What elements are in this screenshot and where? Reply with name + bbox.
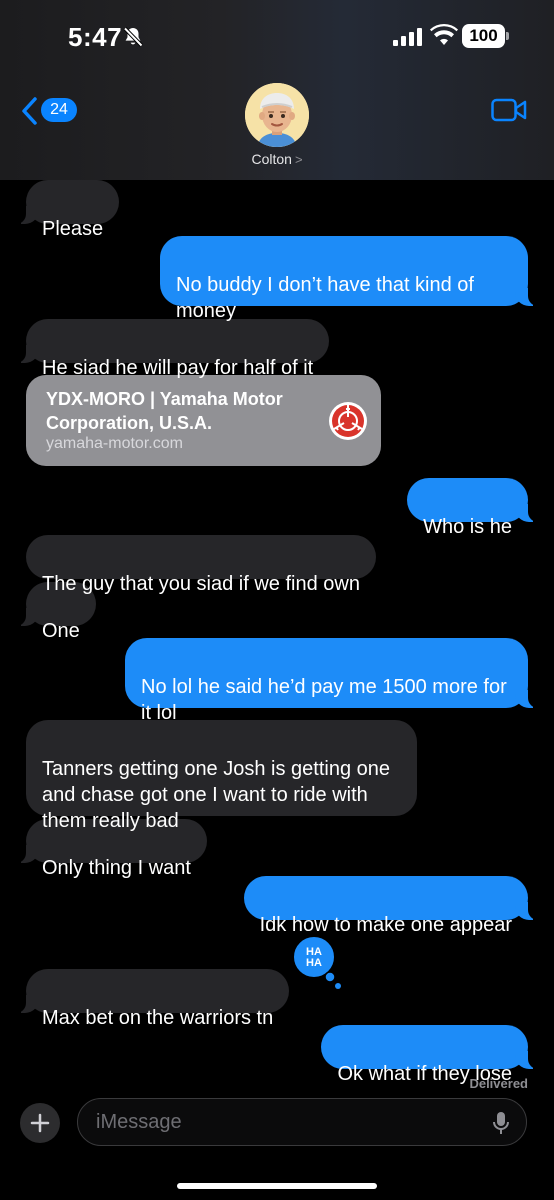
message-text: Who is he <box>423 516 512 538</box>
home-indicator <box>177 1183 377 1189</box>
message-incoming[interactable]: Please <box>15 180 120 240</box>
message-text: Tanners getting one Josh is getting one … <box>42 758 391 832</box>
message-text: He siad he will pay for half of it <box>42 357 314 379</box>
link-preview-title: YDX-MORO | Yamaha Motor Corporation, U.S… <box>46 389 283 433</box>
message-outgoing[interactable]: No buddy I don’t have that kind of money <box>160 236 538 322</box>
message-text: One <box>42 620 80 642</box>
bell-muted-icon <box>123 27 143 47</box>
message-incoming[interactable]: Max bet on the warriors tn <box>15 969 290 1029</box>
back-button[interactable]: 24 <box>20 96 80 126</box>
microphone-icon[interactable] <box>493 1111 509 1135</box>
haha-tapback[interactable]: HA HA <box>292 935 344 991</box>
message-text: Max bet on the warriors tn <box>42 1007 274 1029</box>
wifi-icon <box>430 24 458 45</box>
message-incoming[interactable]: He siad he will pay for half of it <box>15 319 330 379</box>
message-incoming[interactable]: Tanners getting one Josh is getting one … <box>26 720 417 832</box>
status-time: 5:47 <box>68 22 123 52</box>
conversation-header: 5:47 100 24 Colton > <box>0 0 554 180</box>
chevron-right-icon: > <box>294 152 303 167</box>
contact-avatar[interactable] <box>245 83 309 147</box>
message-input[interactable] <box>96 1107 476 1137</box>
haha-tapback-icon: HA HA <box>292 935 341 989</box>
message-text: Idk how to make one appear <box>259 914 512 936</box>
battery-level: 100 <box>462 24 505 48</box>
message-text: No buddy I don’t have that kind of money <box>176 274 474 322</box>
message-outgoing[interactable]: No lol he said he’d pay me 1500 more for… <box>125 638 538 724</box>
plus-icon <box>30 1113 50 1133</box>
message-text: Ok what if they lose <box>337 1063 512 1085</box>
message-text: Only thing I want <box>42 857 191 879</box>
battery-indicator: 100 <box>462 24 510 48</box>
unread-count-badge: 24 <box>41 98 77 122</box>
apps-plus-button[interactable] <box>20 1103 60 1143</box>
message-input-container[interactable] <box>77 1098 527 1146</box>
message-outgoing[interactable]: Idk how to make one appear <box>243 876 539 936</box>
message-outgoing[interactable]: Ok what if they lose <box>321 1025 538 1085</box>
memoji-icon <box>245 83 309 147</box>
contact-name: Colton <box>251 151 292 167</box>
facetime-video-icon[interactable] <box>491 98 527 122</box>
message-outgoing[interactable]: Who is he <box>407 478 538 538</box>
chevron-left-icon <box>22 97 37 125</box>
message-incoming[interactable]: The guy that you siad if we find own <box>26 535 376 595</box>
haha-tapback-line: HA <box>306 957 322 969</box>
message-text: No lol he said he’d pay me 1500 more for… <box>141 676 507 724</box>
haha-tapback-label: HA HA <box>306 946 322 969</box>
cellular-signal-icon <box>393 28 422 46</box>
yamaha-logo-icon <box>329 402 367 440</box>
link-preview-url: yamaha-motor.com <box>46 435 183 452</box>
message-text: The guy that you siad if we find own <box>42 573 360 595</box>
battery-cap <box>506 32 509 40</box>
status-bar: 5:47 100 <box>0 0 554 80</box>
message-text: Please <box>42 218 104 240</box>
contact-name-button[interactable]: Colton > <box>0 151 554 167</box>
link-preview-card[interactable]: YDX-MORO | Yamaha Motor Corporation, U.S… <box>26 375 381 466</box>
